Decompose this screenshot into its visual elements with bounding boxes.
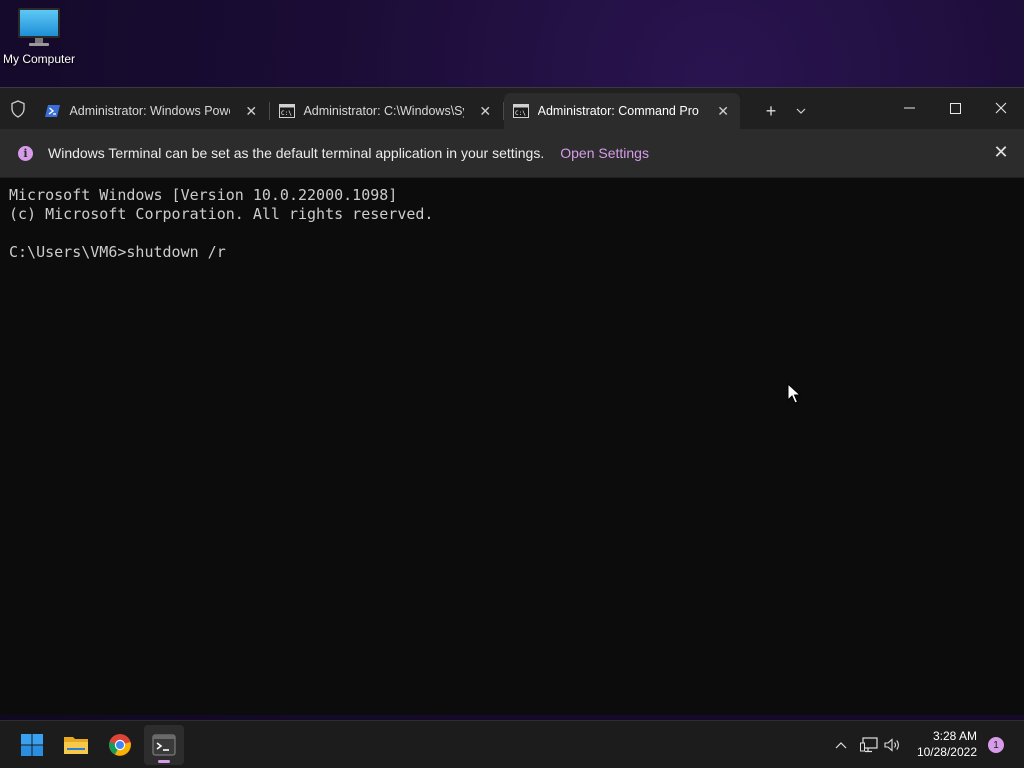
svg-text:C:\: C:\ <box>281 110 292 117</box>
console-line: (c) Microsoft Corporation. All rights re… <box>9 205 434 223</box>
title-bar: Administrator: Windows Powe ✕ C:\ Admini… <box>0 88 1024 129</box>
windows-terminal-button[interactable] <box>144 725 184 765</box>
tab-command-prompt[interactable]: C:\ Administrator: Command Pro ✕ <box>504 93 740 129</box>
tab-title: Administrator: C:\Windows\Sy <box>303 104 465 118</box>
chevron-up-icon <box>835 741 847 748</box>
info-icon: i <box>18 145 33 161</box>
desktop-icon-label: My Computer <box>2 52 76 66</box>
shield-icon <box>0 88 36 129</box>
console-output[interactable]: Microsoft Windows [Version 10.0.22000.10… <box>0 178 1024 270</box>
folder-icon <box>64 737 88 754</box>
minimize-button[interactable] <box>886 88 932 128</box>
close-button[interactable] <box>978 88 1024 128</box>
monitor-icon <box>18 8 60 46</box>
maximize-icon <box>949 102 961 114</box>
cmd-icon: C:\ <box>278 102 295 120</box>
terminal-window: Administrator: Windows Powe ✕ C:\ Admini… <box>0 87 1024 715</box>
tab-close-button[interactable]: ✕ <box>716 103 730 120</box>
file-explorer-button[interactable] <box>56 725 96 765</box>
clock-time: 3:28 AM <box>932 729 977 743</box>
powershell-icon <box>44 102 61 120</box>
infobar-close-button[interactable]: ✕ <box>990 142 1012 163</box>
chrome-button[interactable] <box>100 725 140 765</box>
infobar-message: Windows Terminal can be set as the defau… <box>48 145 545 161</box>
show-hidden-icons-button[interactable] <box>830 721 852 768</box>
notification-badge[interactable]: 1 <box>988 737 1004 753</box>
terminal-icon <box>152 734 176 756</box>
tab-dropdown-button[interactable] <box>786 93 816 129</box>
new-tab-button[interactable]: + <box>756 93 786 129</box>
tab-title: Administrator: Command Pro <box>537 104 699 118</box>
volume-icon <box>884 738 899 752</box>
chrome-icon <box>109 734 131 756</box>
tab-powershell[interactable]: Administrator: Windows Powe ✕ <box>36 93 270 129</box>
network-icon <box>860 737 878 753</box>
tab-close-button[interactable]: ✕ <box>244 103 258 120</box>
tab-cmd-system32[interactable]: C:\ Administrator: C:\Windows\Sy ✕ <box>270 93 504 129</box>
clock[interactable]: 3:28 AM 10/28/2022 <box>917 728 977 760</box>
console-prompt-line: C:\Users\VM6>shutdown /r <box>9 243 226 261</box>
tab-close-button[interactable]: ✕ <box>478 103 492 120</box>
console-line: Microsoft Windows [Version 10.0.22000.10… <box>9 186 398 204</box>
volume-button[interactable] <box>882 721 904 768</box>
default-terminal-infobar: i Windows Terminal can be set as the def… <box>0 129 1024 178</box>
windows-logo-icon <box>21 734 43 756</box>
active-app-indicator <box>158 760 170 763</box>
maximize-button[interactable] <box>932 88 978 128</box>
desktop-icon-my-computer[interactable]: My Computer <box>0 8 78 66</box>
clock-date: 10/28/2022 <box>916 745 977 759</box>
tab-title: Administrator: Windows Powe <box>69 104 231 118</box>
start-button[interactable] <box>12 725 52 765</box>
cmd-icon: C:\ <box>512 102 530 120</box>
minimize-icon <box>903 107 915 109</box>
taskbar: 3:28 AM 10/28/2022 1 <box>0 720 1024 768</box>
mouse-cursor-icon <box>787 382 802 409</box>
open-settings-link[interactable]: Open Settings <box>560 145 649 161</box>
svg-text:C:\: C:\ <box>515 110 526 117</box>
window-controls <box>886 88 1024 128</box>
chevron-down-icon <box>796 108 806 114</box>
close-icon <box>995 102 1007 114</box>
network-button[interactable] <box>858 721 880 768</box>
